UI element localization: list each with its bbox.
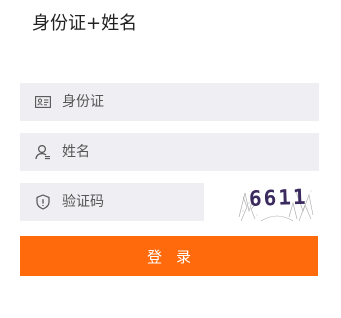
captcha-text: 6611 <box>249 185 308 211</box>
id-card-field[interactable] <box>20 83 319 121</box>
page-title: 身份证+姓名 <box>32 13 138 34</box>
verification-code-field[interactable] <box>20 183 204 221</box>
name-field[interactable] <box>20 133 319 171</box>
id-card-icon <box>34 93 52 111</box>
shield-icon <box>34 193 52 211</box>
name-input[interactable] <box>62 133 319 171</box>
verification-code-input[interactable] <box>62 183 204 221</box>
captcha-image[interactable]: 6611 <box>237 181 315 223</box>
id-card-input[interactable] <box>62 83 319 121</box>
user-icon <box>34 143 52 161</box>
login-button[interactable]: 登录 <box>20 236 318 276</box>
